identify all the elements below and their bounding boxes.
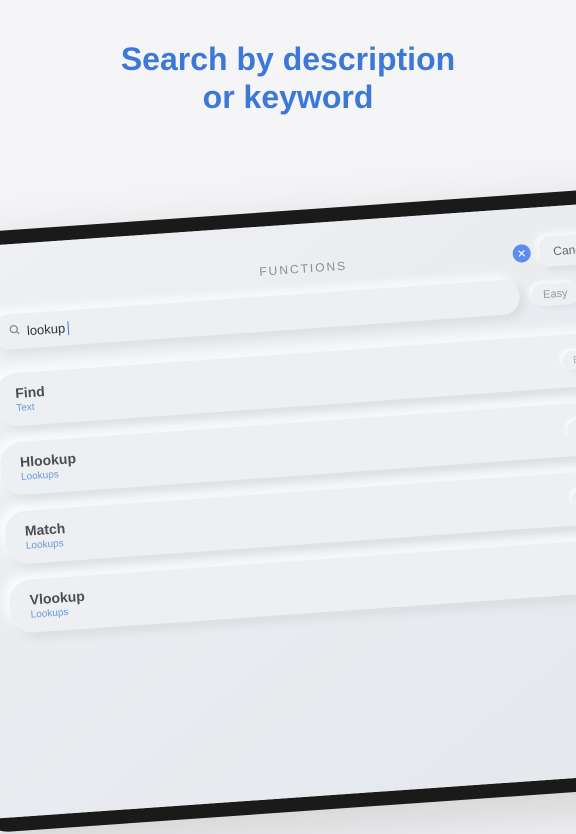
result-name: Hlookup: [19, 450, 76, 470]
clear-search-icon[interactable]: ✕: [512, 244, 531, 263]
difficulty-badge: Easy: [571, 487, 576, 509]
page-title: FUNCTIONS: [259, 259, 348, 279]
result-category: Lookups: [21, 468, 78, 483]
difficulty-badge: Easy: [561, 349, 576, 371]
result-category: Text: [16, 401, 46, 414]
result-name: Match: [24, 520, 65, 539]
result-name: Find: [15, 383, 46, 401]
result-category: Lookups: [30, 606, 86, 621]
tablet-screen: Oct 18 FUNCTIONS ✕ Cancel lookup Easy →: [0, 200, 576, 819]
hero-line-1: Search by description: [0, 40, 576, 78]
hero-title: Search by description or keyword: [0, 0, 576, 117]
result-category: Lookups: [26, 538, 67, 552]
hero-line-2: or keyword: [0, 78, 576, 116]
search-icon: [8, 324, 21, 340]
filter-pill[interactable]: Easy: [530, 281, 576, 306]
cancel-button[interactable]: Cancel: [538, 233, 576, 267]
difficulty-badge: Easy: [566, 418, 576, 440]
tablet-frame: Oct 18 FUNCTIONS ✕ Cancel lookup Easy →: [0, 185, 576, 834]
result-list: Find Text Easy Hlookup Lookups Easy Matc…: [0, 330, 576, 633]
search-value: lookup: [26, 321, 65, 339]
result-name: Vlookup: [29, 588, 85, 608]
text-cursor: [68, 321, 70, 335]
